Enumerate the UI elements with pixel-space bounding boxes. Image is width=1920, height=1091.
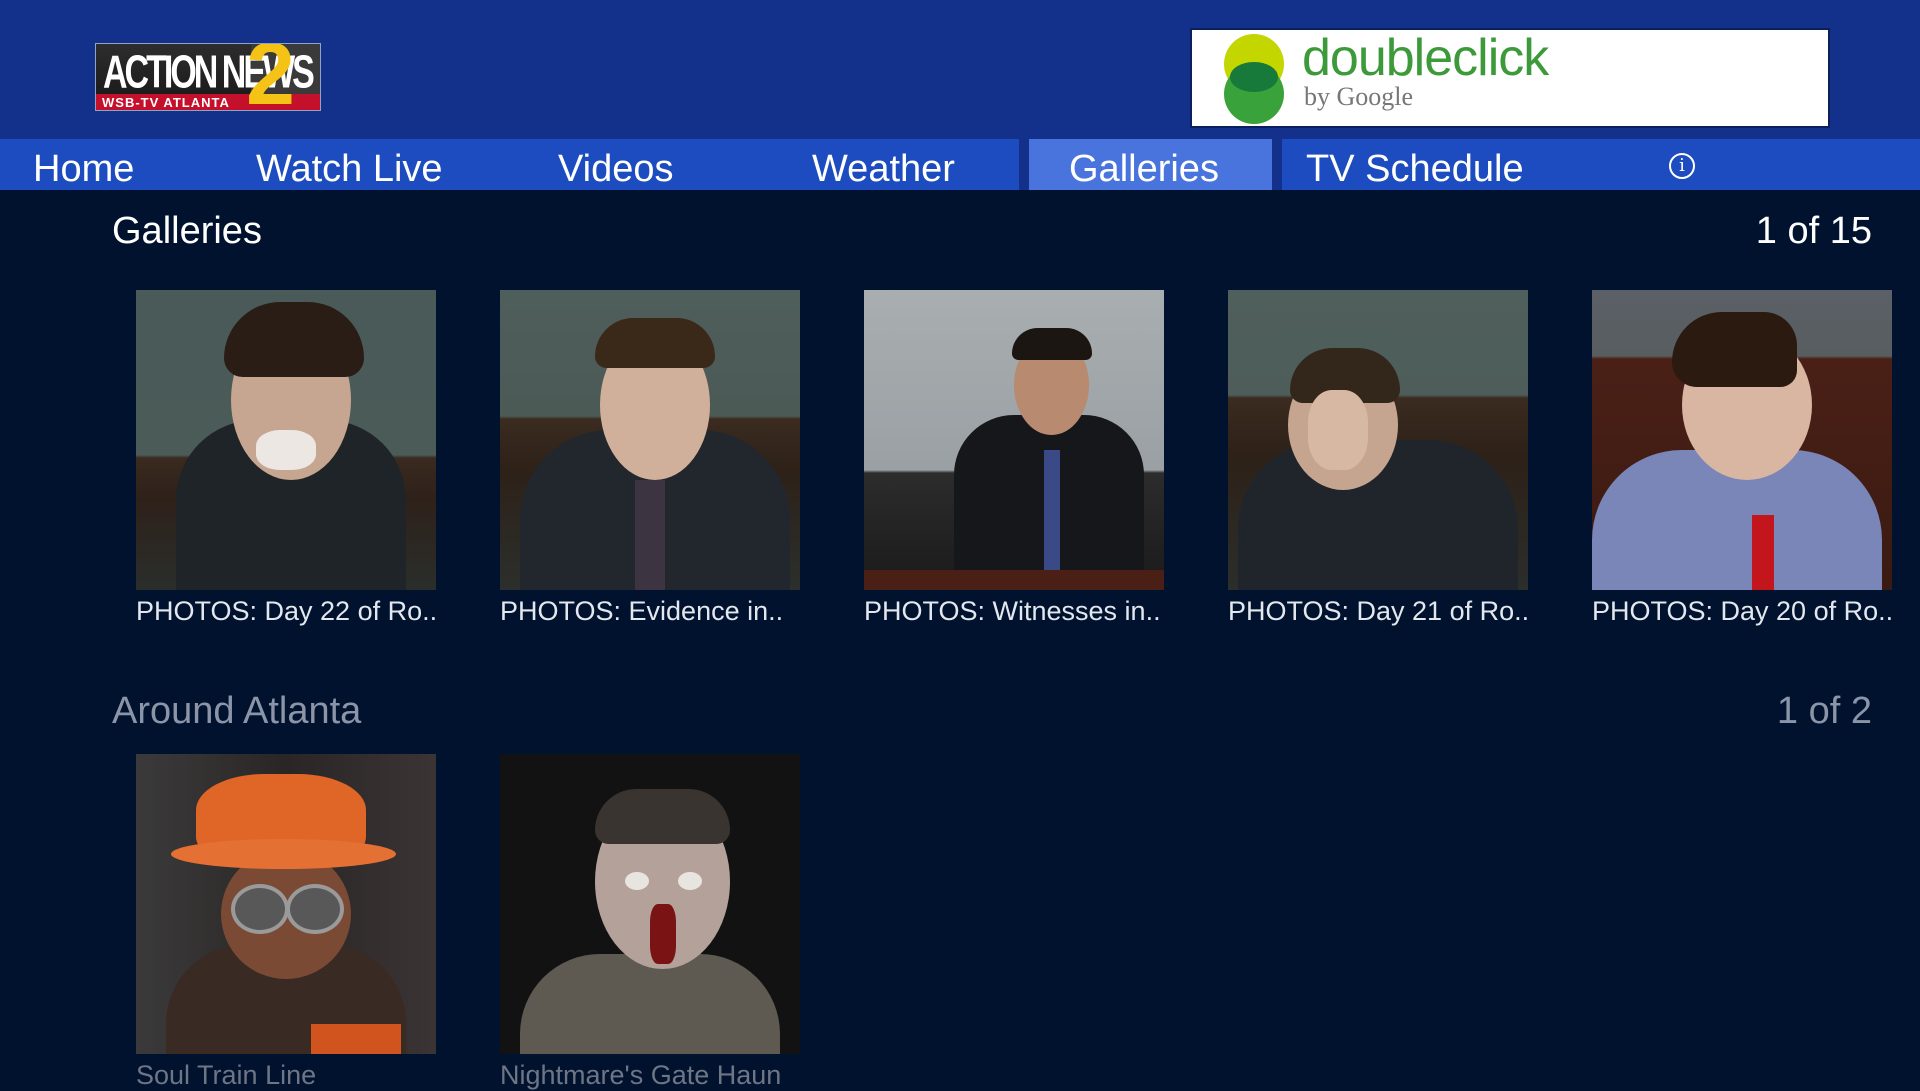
gallery-thumbnail bbox=[500, 754, 800, 1054]
nav-tab-home[interactable]: Home bbox=[33, 139, 134, 190]
nav-tab-galleries[interactable]: Galleries bbox=[1069, 139, 1219, 190]
gallery-thumbnail bbox=[136, 754, 436, 1054]
tile-caption: PHOTOS: Day 20 of Ro.. bbox=[1592, 596, 1892, 626]
nav-divider bbox=[1272, 139, 1282, 190]
ad-brand: doubleclick bbox=[1302, 29, 1549, 87]
tile-caption: PHOTOS: Witnesses in.. bbox=[864, 596, 1161, 626]
gallery-thumbnail bbox=[500, 290, 800, 590]
tile-caption: PHOTOS: Day 21 of Ro.. bbox=[1228, 596, 1528, 626]
nav-tab-watch-live[interactable]: Watch Live bbox=[256, 139, 443, 190]
app-header: ACTION NEWS WSB-TV ATLANTA 2 doubleclick… bbox=[0, 0, 1920, 139]
logo-subtitle: WSB-TV ATLANTA bbox=[102, 95, 230, 110]
ad-banner[interactable]: doubleclick by Google bbox=[1190, 28, 1830, 128]
info-icon[interactable]: i bbox=[1669, 153, 1695, 179]
tile-caption: PHOTOS: Evidence in.. bbox=[500, 596, 784, 626]
section-title-galleries: Galleries bbox=[112, 210, 262, 252]
gallery-thumbnail bbox=[136, 290, 436, 590]
tile-caption: Nightmare's Gate Haun bbox=[500, 1060, 782, 1090]
logo-number: 2 bbox=[246, 43, 295, 111]
nav-divider bbox=[1019, 139, 1029, 190]
gallery-tile[interactable]: PHOTOS: Evidence in.. bbox=[500, 290, 800, 627]
gallery-tile[interactable]: PHOTOS: Day 22 of Ro.. bbox=[136, 290, 436, 627]
gallery-thumbnail bbox=[864, 290, 1164, 590]
gallery-tile[interactable]: Nightmare's Gate Haun bbox=[500, 754, 800, 1091]
action-news-2-logo: ACTION NEWS WSB-TV ATLANTA 2 bbox=[95, 43, 321, 111]
gallery-tile[interactable]: PHOTOS: Day 20 of Ro.. bbox=[1592, 290, 1892, 627]
tile-caption: Soul Train Line bbox=[136, 1060, 317, 1090]
gallery-tile[interactable]: Soul Train Line bbox=[136, 754, 436, 1091]
section-count-galleries: 1 of 15 bbox=[1755, 210, 1872, 252]
tile-caption: PHOTOS: Day 22 of Ro.. bbox=[136, 596, 436, 626]
nav-tab-videos[interactable]: Videos bbox=[558, 139, 674, 190]
gallery-tile[interactable]: PHOTOS: Witnesses in.. bbox=[864, 290, 1164, 627]
gallery-tile[interactable]: PHOTOS: Day 21 of Ro.. bbox=[1228, 290, 1528, 627]
nav-tab-tv-schedule[interactable]: TV Schedule bbox=[1306, 139, 1524, 190]
gallery-thumbnail bbox=[1592, 290, 1892, 590]
main-nav: Home Watch Live Videos Weather Galleries… bbox=[0, 139, 1920, 190]
section-count-around-atlanta: 1 of 2 bbox=[1776, 690, 1872, 732]
gallery-thumbnail bbox=[1228, 290, 1528, 590]
section-title-around-atlanta: Around Atlanta bbox=[112, 690, 362, 732]
nav-tab-weather[interactable]: Weather bbox=[812, 139, 955, 190]
ad-byline: by Google bbox=[1304, 82, 1414, 111]
